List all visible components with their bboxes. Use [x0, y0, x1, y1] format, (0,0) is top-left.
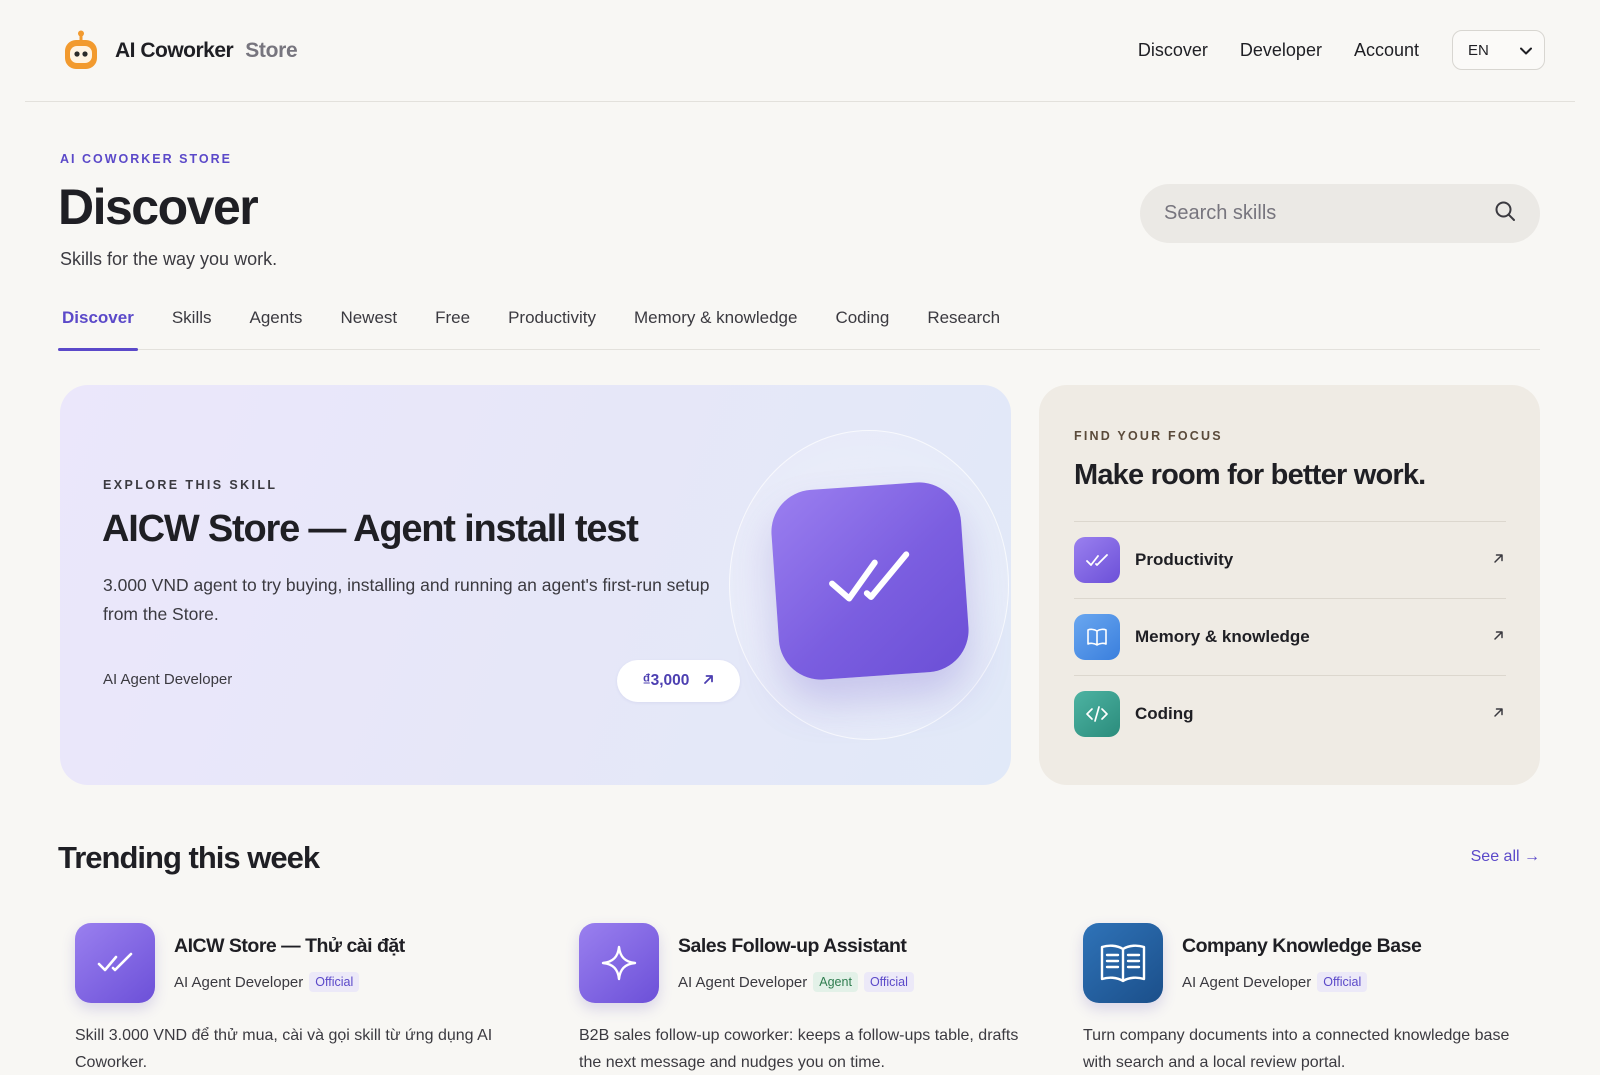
card-developer: AI Agent Developer [174, 973, 304, 991]
card-developer: AI Agent Developer [1182, 973, 1312, 991]
tab-coding[interactable]: Coding [833, 300, 891, 350]
tab-newest[interactable]: Newest [338, 300, 399, 350]
find-focus-card: FIND YOUR FOCUS Make room for better wor… [1039, 385, 1540, 785]
feature-description: 3.000 VND agent to try buying, installin… [103, 575, 710, 624]
arrow-up-right-icon [1493, 628, 1504, 646]
card-description: Skill 3.000 VND để thử mua, cài và gọi s… [75, 1027, 493, 1071]
focus-eyebrow: FIND YOUR FOCUS [1074, 429, 1223, 443]
feature-skill-icon [768, 479, 972, 683]
nav-discover-link[interactable]: Discover [1138, 40, 1208, 61]
card-description: Turn company documents into a connected … [1083, 1027, 1510, 1071]
tab-agents[interactable]: Agents [248, 300, 305, 350]
nav-account-link[interactable]: Account [1354, 40, 1419, 61]
tab-memory-knowledge[interactable]: Memory & knowledge [632, 300, 799, 350]
page-eyebrow: AI COWORKER STORE [60, 152, 232, 166]
brand-name: AI Coworker [115, 39, 234, 62]
top-bar: AI Coworker Store Discover Developer Acc… [25, 0, 1575, 102]
search-icon[interactable] [1494, 200, 1516, 227]
card-title[interactable]: Sales Follow-up Assistant [678, 935, 907, 958]
card-meta: AI Agent Developer Official [1182, 972, 1368, 992]
featured-skill-card[interactable]: EXPLORE THIS SKILL AICW Store — Agent in… [60, 385, 1011, 785]
sparkle-icon [579, 923, 659, 1003]
arrow-up-right-icon [1493, 551, 1504, 569]
arrow-up-right-icon [703, 672, 714, 690]
feature-eyebrow: EXPLORE THIS SKILL [103, 478, 278, 492]
chevron-down-icon [1520, 42, 1532, 59]
card-meta: AI Agent Developer Agent Official [678, 972, 914, 992]
official-badge: Official [863, 972, 914, 992]
tab-productivity[interactable]: Productivity [506, 300, 598, 350]
focus-item-label: Productivity [1135, 550, 1234, 569]
page-subtitle: Skills for the way you work. [60, 249, 278, 269]
card-description: B2B sales follow-up coworker: keeps a fo… [579, 1027, 1019, 1071]
official-badge: Official [309, 972, 360, 992]
arrow-up-right-icon [1493, 705, 1504, 723]
book-icon [1074, 614, 1120, 660]
brand[interactable]: AI Coworker Store [63, 30, 298, 72]
focus-list: Productivity Memory & knowledge Coding [1074, 521, 1506, 752]
language-value: EN [1468, 41, 1489, 59]
book-icon [1083, 923, 1163, 1003]
double-check-icon [826, 548, 914, 615]
page-title: Discover [58, 179, 259, 235]
focus-title: Make room for better work. [1074, 459, 1426, 491]
see-all-link[interactable]: See all → [1471, 848, 1540, 866]
code-icon [1074, 691, 1120, 737]
focus-item-label: Memory & knowledge [1135, 627, 1310, 646]
focus-item-productivity[interactable]: Productivity [1074, 521, 1506, 598]
feature-title[interactable]: AICW Store — Agent install test [102, 508, 639, 551]
tab-skills[interactable]: Skills [170, 300, 214, 350]
tab-free[interactable]: Free [433, 300, 472, 350]
top-navigation: Discover Developer Account EN [1106, 30, 1545, 70]
tab-research[interactable]: Research [925, 300, 1002, 350]
language-select[interactable]: EN [1452, 30, 1545, 70]
agent-badge: Agent [813, 972, 858, 992]
focus-item-coding[interactable]: Coding [1074, 675, 1506, 752]
official-badge: Official [1317, 972, 1368, 992]
card-title[interactable]: Company Knowledge Base [1182, 935, 1422, 958]
tab-discover[interactable]: Discover [58, 300, 138, 351]
focus-item-memory-knowledge[interactable]: Memory & knowledge [1074, 598, 1506, 675]
brand-store-label: Store [245, 39, 298, 62]
category-tabs: Discover Skills Agents Newest Free Produ… [58, 300, 1540, 351]
card-developer: AI Agent Developer [678, 973, 808, 991]
search-input[interactable] [1164, 202, 1494, 225]
feature-developer: AI Agent Developer [103, 671, 233, 688]
price-value: ₫3,000 [642, 672, 690, 689]
robot-logo-icon [63, 30, 99, 72]
trending-title: Trending this week [58, 840, 320, 875]
double-check-icon [1074, 537, 1120, 583]
focus-item-label: Coding [1135, 704, 1194, 723]
search-box [1140, 184, 1540, 243]
card-title[interactable]: AICW Store — Thử cài đặt [174, 935, 405, 958]
double-check-icon [75, 923, 155, 1003]
card-meta: AI Agent Developer Official [174, 972, 360, 992]
price-button[interactable]: ₫3,000 [617, 660, 740, 702]
nav-developer-link[interactable]: Developer [1240, 40, 1322, 61]
